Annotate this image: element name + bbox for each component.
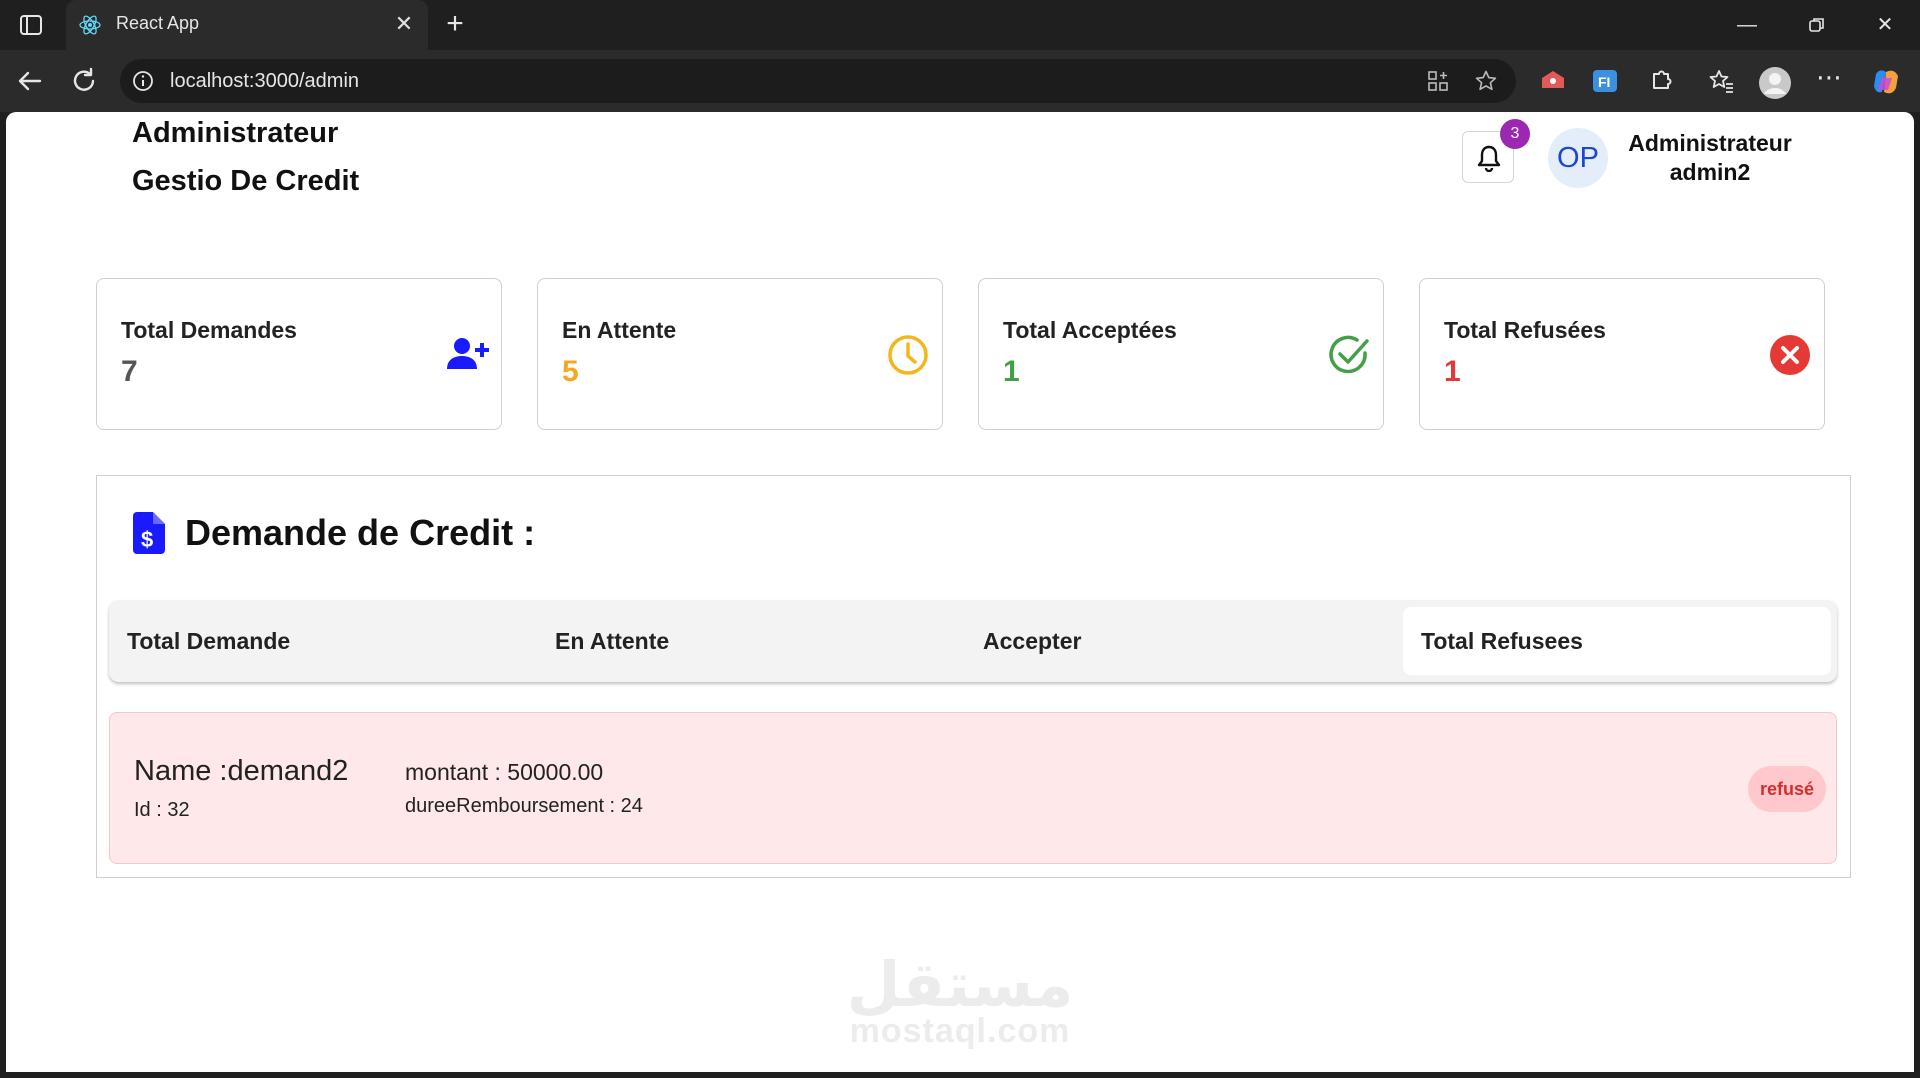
brand-title: Administrateur — [132, 117, 339, 149]
page: Administrateur Gestio De Credit 3 OP Adm… — [6, 112, 1914, 1072]
close-window-icon[interactable]: ✕ — [1870, 10, 1900, 40]
stat-value: 7 — [121, 355, 138, 388]
browser-tab[interactable]: React App ✕ — [66, 0, 428, 50]
panel-title: Demande de Credit : — [185, 512, 536, 553]
credit-requests-panel: $ Demande de Credit : Total Demande En A… — [96, 475, 1851, 878]
bell-icon — [1477, 145, 1501, 172]
status-tabs: Total Demande En Attente Accepter Total … — [109, 600, 1837, 682]
stat-value: 1 — [1003, 355, 1020, 388]
x-circle-icon — [1766, 331, 1814, 379]
reload-icon[interactable] — [68, 65, 100, 97]
document-dollar-icon: $ — [131, 512, 167, 554]
request-card[interactable]: Name :demand2 Id : 32 montant : 50000.00… — [109, 712, 1837, 864]
avatar[interactable]: OP — [1548, 128, 1608, 188]
request-amount: montant : 50000.00 — [405, 759, 604, 785]
status-badge: refusé — [1748, 766, 1826, 812]
stat-card-accepted: Total Acceptées 1 — [978, 278, 1384, 430]
app-install-icon[interactable] — [1426, 69, 1450, 93]
react-favicon-icon — [78, 13, 102, 37]
stat-label: Total Refusées — [1444, 317, 1606, 343]
tab-accepter[interactable]: Accepter — [965, 607, 1393, 675]
tab-total-refusees[interactable]: Total Refusees — [1403, 607, 1831, 675]
user-role: Administrateur — [1628, 130, 1792, 156]
more-icon[interactable]: ⋯ — [1816, 64, 1846, 96]
restore-icon[interactable] — [1802, 10, 1832, 40]
stat-card-refused: Total Refusées 1 — [1419, 278, 1825, 430]
extension-icon[interactable]: FI — [1590, 66, 1620, 96]
extension-icon[interactable] — [1538, 66, 1568, 96]
svg-text:FI: FI — [1598, 74, 1610, 90]
url-text: localhost:3000/admin — [170, 70, 360, 92]
stat-label: Total Demandes — [121, 317, 297, 343]
back-icon[interactable] — [14, 65, 46, 97]
url-field[interactable]: localhost:3000/admin — [120, 59, 1516, 103]
notification-badge: 3 — [1500, 119, 1530, 149]
check-circle-icon — [1325, 331, 1373, 379]
info-icon[interactable] — [132, 70, 154, 92]
stat-card-total: Total Demandes 7 — [96, 278, 502, 430]
tab-total-demande[interactable]: Total Demande — [109, 607, 537, 675]
browser-tab-bar: React App ✕ + — ✕ — [0, 0, 1920, 50]
minimize-icon[interactable]: — — [1732, 10, 1762, 40]
clock-icon — [884, 331, 932, 379]
svg-text:$: $ — [141, 527, 153, 552]
stat-label: Total Acceptées — [1003, 317, 1177, 343]
sidebar-toggle-icon[interactable] — [18, 12, 44, 38]
plus-icon[interactable]: + — [440, 9, 470, 40]
request-duration: dureeRemboursement : 24 — [405, 795, 643, 817]
watermark-text: mostaql.com — [849, 1012, 1071, 1050]
stat-value: 1 — [1444, 355, 1461, 388]
user-plus-icon — [443, 331, 491, 379]
profile-icon[interactable] — [1758, 66, 1791, 99]
request-id: Id : 32 — [134, 799, 190, 821]
stat-value: 5 — [562, 355, 579, 388]
tab-title: React App — [116, 13, 200, 33]
favorites-icon[interactable] — [1706, 66, 1736, 96]
brand-subtitle: Gestio De Credit — [132, 165, 360, 197]
address-bar: localhost:3000/admin FI ⋯ — [0, 50, 1920, 112]
tab-en-attente[interactable]: En Attente — [537, 607, 965, 675]
star-icon[interactable] — [1474, 69, 1498, 93]
copilot-icon[interactable] — [1870, 66, 1900, 96]
close-icon[interactable]: ✕ — [392, 12, 416, 36]
stat-label: En Attente — [562, 317, 677, 343]
watermark-logo: مستقل — [846, 951, 1074, 1020]
request-name: Name :demand2 — [134, 755, 349, 787]
extension-icon[interactable] — [1646, 66, 1676, 96]
stat-card-pending: En Attente 5 — [537, 278, 943, 430]
user-name: admin2 — [1669, 159, 1751, 185]
